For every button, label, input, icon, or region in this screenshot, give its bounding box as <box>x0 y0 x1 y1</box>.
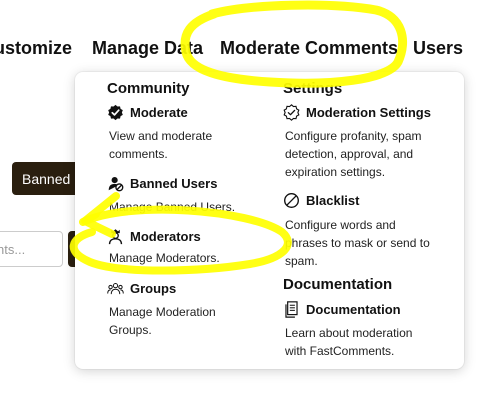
menu-item-moderators[interactable]: Moderators <box>107 228 201 245</box>
menu-item-moderation-settings-desc: Configure profanity, spam detection, app… <box>285 129 422 179</box>
moderate-comments-dropdown: Community Moderate View and moderate com… <box>75 72 464 369</box>
top-nav: ustomize Manage Data Moderate Comments U… <box>0 0 498 70</box>
menu-item-groups[interactable]: Groups <box>107 280 176 297</box>
menu-item-banned-users[interactable]: Banned Users <box>107 175 217 192</box>
menu-item-banned-users-label: Banned Users <box>130 176 218 191</box>
documentation-section-title: Documentation <box>283 276 393 293</box>
menu-item-moderate[interactable]: Moderate <box>107 104 188 121</box>
menu-item-moderation-settings[interactable]: Moderation Settings <box>283 104 431 121</box>
check-badge-icon <box>107 104 124 121</box>
menu-item-documentation[interactable]: Documentation <box>283 301 401 318</box>
groups-icon <box>107 280 124 297</box>
blacklist-icon <box>283 192 300 209</box>
menu-item-moderators-desc: Manage Moderators. <box>109 251 220 265</box>
nav-moderate-comments[interactable]: Moderate Comments <box>220 38 398 59</box>
nav-users[interactable]: Users <box>413 38 463 59</box>
banned-user-icon <box>107 175 124 192</box>
document-icon <box>283 301 300 318</box>
community-section-title: Community <box>107 80 190 97</box>
menu-item-blacklist-label: Blacklist <box>306 193 360 208</box>
banned-button[interactable]: Banned <box>12 162 80 195</box>
nav-customize[interactable]: ustomize <box>0 38 72 59</box>
menu-item-blacklist-desc: Configure words and phrases to mask or s… <box>285 218 430 268</box>
menu-item-banned-users-desc: Manage Banned Users. <box>109 200 236 214</box>
nav-manage-data[interactable]: Manage Data <box>92 38 203 59</box>
menu-item-moderators-label: Moderators <box>130 229 201 244</box>
menu-item-moderate-desc: View and moderate comments. <box>109 129 213 161</box>
menu-item-documentation-label: Documentation <box>306 302 401 317</box>
menu-item-groups-desc: Manage Moderation Groups. <box>109 305 216 337</box>
menu-item-documentation-desc: Learn about moderation with FastComments… <box>285 326 413 358</box>
search-input[interactable]: nts... <box>0 231 63 267</box>
settings-badge-icon <box>283 104 300 121</box>
menu-item-blacklist[interactable]: Blacklist <box>283 192 359 209</box>
menu-item-moderation-settings-label: Moderation Settings <box>306 105 431 120</box>
menu-item-groups-label: Groups <box>130 281 177 296</box>
settings-section-title: Settings <box>283 80 343 97</box>
moderator-icon <box>107 228 124 245</box>
menu-item-moderate-label: Moderate <box>130 105 188 120</box>
